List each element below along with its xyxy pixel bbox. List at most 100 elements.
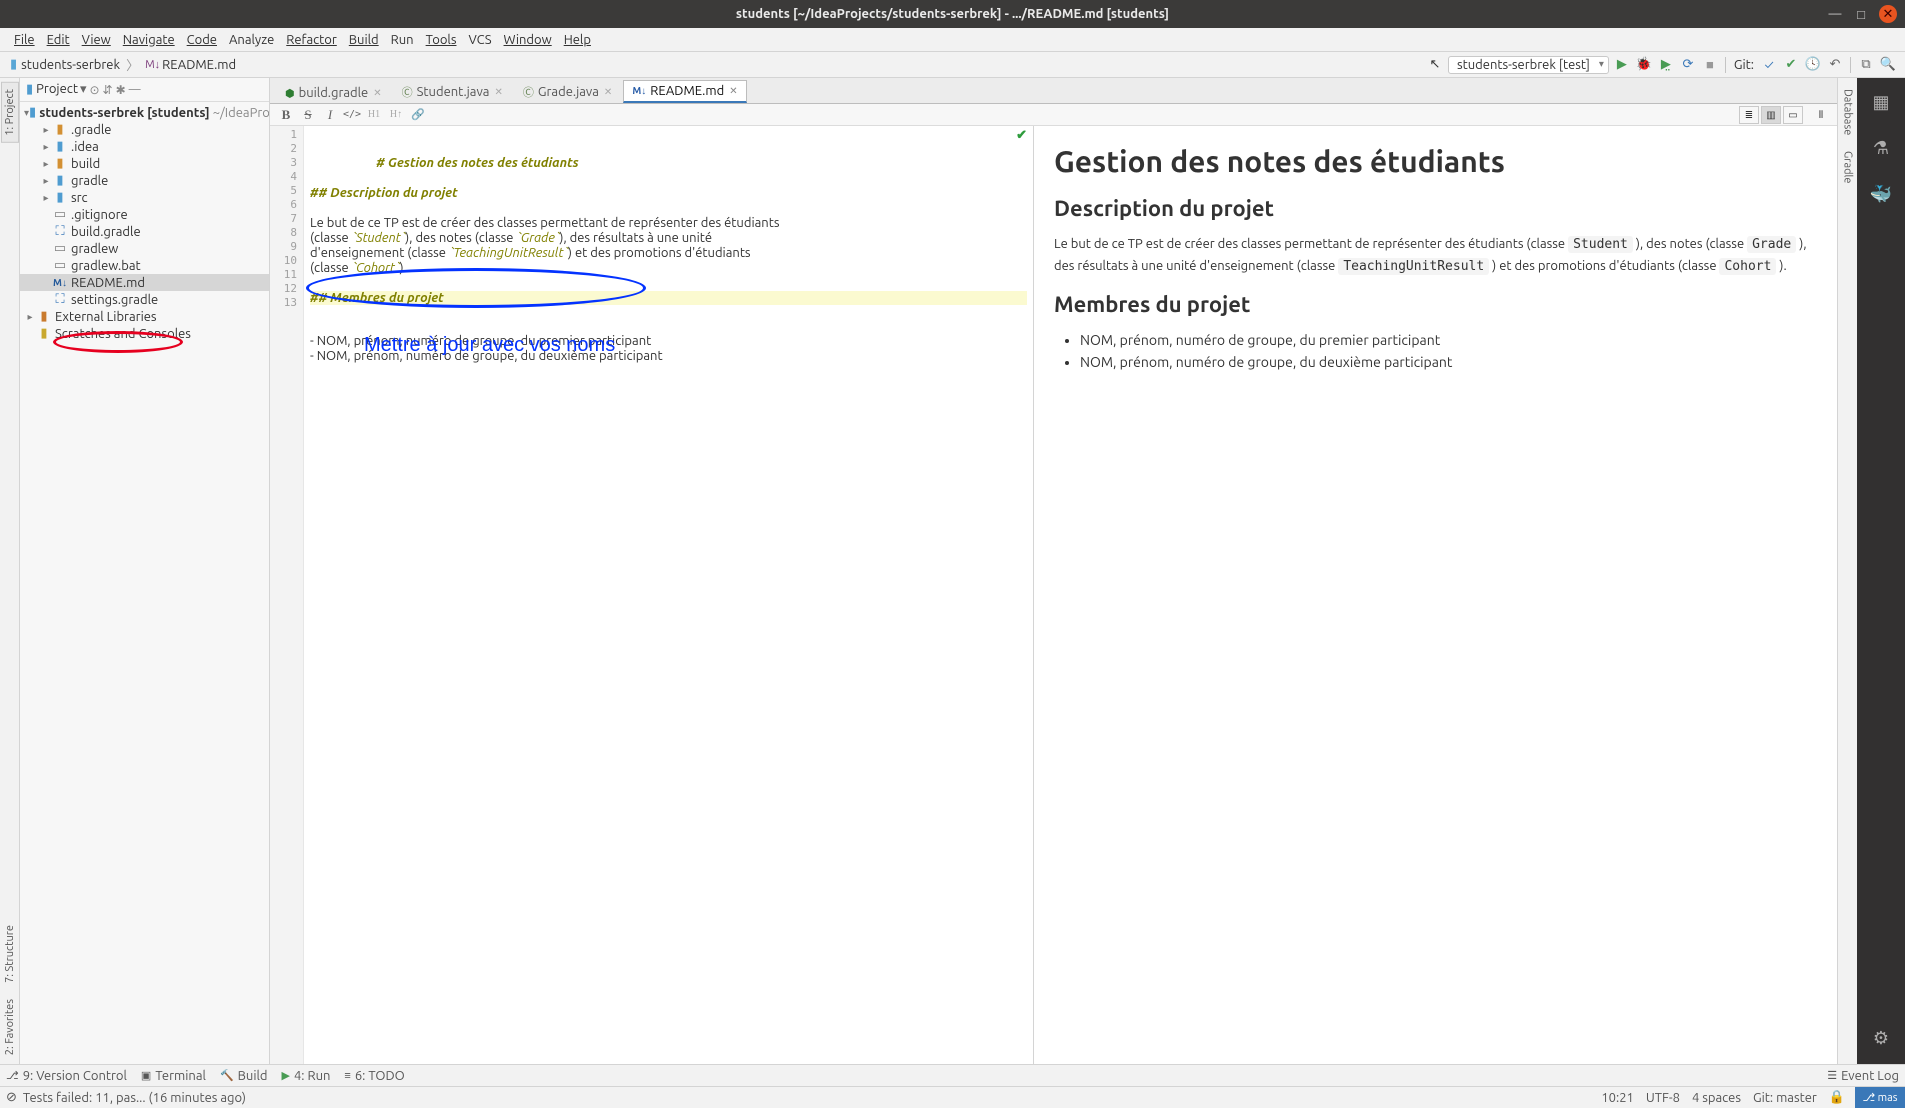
view-split-button[interactable]: ▥	[1761, 106, 1781, 124]
project-structure-button[interactable]: ⧉	[1855, 54, 1877, 76]
menu-view[interactable]: View	[76, 33, 117, 47]
tree-item-gradle[interactable]: ▸▮gradle	[20, 172, 269, 189]
tree-item-gradlew-bat[interactable]: ▭gradlew.bat	[20, 257, 269, 274]
os-icon-flask[interactable]: ⚗	[1867, 134, 1895, 162]
status-icon[interactable]: ⊘	[6, 1090, 17, 1105]
run-button[interactable]: ▶	[1611, 54, 1633, 76]
breadcrumb-file[interactable]: M↓ README.md	[141, 58, 240, 72]
status-indent[interactable]: 4 spaces	[1692, 1091, 1741, 1105]
md-hup-button[interactable]: H↑	[386, 106, 406, 124]
md-bold-button[interactable]: B	[276, 106, 296, 124]
close-tab-icon[interactable]: ✕	[729, 85, 737, 97]
tree-item-gradlew[interactable]: ▭gradlew	[20, 240, 269, 257]
status-branch[interactable]: Git: master	[1753, 1091, 1817, 1105]
run-config-selector[interactable]: students-serbrek [test]	[1448, 56, 1609, 74]
markdown-toolbar: B S I </> H1 H↑ 🔗 ≣ ▥ ▭ ⫴	[270, 104, 1837, 126]
tab-terminal[interactable]: ▣Terminal	[141, 1069, 206, 1083]
tab-event-log[interactable]: ☰Event Log	[1827, 1069, 1899, 1083]
git-revert-button[interactable]: ↶	[1824, 54, 1846, 76]
tab-build[interactable]: 🔨Build	[220, 1069, 268, 1083]
left-gutter: 1: Project 7: Structure 2: Favorites	[0, 78, 20, 1064]
menu-build[interactable]: Build	[343, 33, 385, 47]
project-tree[interactable]: ▾▮ students-serbrek [students] ~/IdeaPro…	[20, 102, 269, 1064]
status-cursor[interactable]: 10:21	[1601, 1091, 1634, 1105]
status-encoding[interactable]: UTF-8	[1646, 1091, 1680, 1105]
tree-scratches[interactable]: ▮ Scratches and Consoles	[20, 325, 269, 342]
close-tab-icon[interactable]: ✕	[604, 86, 612, 98]
profile-button[interactable]: ⟳	[1677, 54, 1699, 76]
project-view-selector[interactable]: ▮ Project	[26, 82, 86, 97]
close-tab-icon[interactable]: ✕	[373, 87, 381, 99]
tree-item-build-gradle[interactable]: ⛶build.gradle	[20, 223, 269, 240]
tree-item-src[interactable]: ▸▮src	[20, 189, 269, 206]
close-button[interactable]: ✕	[1879, 5, 1897, 23]
line-gutter: 12345678910111213	[270, 126, 304, 1064]
tool-tab-favorites[interactable]: 2: Favorites	[1, 992, 19, 1062]
editor-tabs: ⬢build.gradle✕ⒸStudent.java✕ⒸGrade.java✕…	[270, 78, 1837, 104]
tree-item--gitignore[interactable]: ▭.gitignore	[20, 206, 269, 223]
collapse-all-icon[interactable]: ⇵	[103, 83, 113, 97]
code-content[interactable]: ✔ # Gestion des notes des étudiants ## D…	[304, 126, 1033, 1064]
os-icon-grid[interactable]: ▦	[1867, 88, 1895, 116]
menu-file[interactable]: File	[8, 33, 41, 47]
editor-tab-build-gradle[interactable]: ⬢build.gradle✕	[276, 82, 391, 103]
md-italic-button[interactable]: I	[320, 106, 340, 124]
back-icon[interactable]: ↖	[1424, 54, 1446, 76]
md-h1-button[interactable]: H1	[364, 106, 384, 124]
menu-vcs[interactable]: VCS	[462, 33, 497, 47]
md-code-button[interactable]: </>	[342, 106, 362, 124]
view-editor-only-button[interactable]: ≣	[1739, 106, 1759, 124]
editor-tab-README-md[interactable]: M↓README.md✕	[623, 80, 746, 103]
coverage-button[interactable]: ▶̤	[1655, 54, 1677, 76]
tree-item--gradle[interactable]: ▸▮.gradle	[20, 121, 269, 138]
minimize-button[interactable]: —	[1827, 6, 1843, 22]
os-icon-settings[interactable]: ⚙	[1867, 1024, 1895, 1052]
breadcrumb-root[interactable]: ▮ students-serbrek	[6, 57, 124, 72]
breadcrumb-separator-icon: 〉	[126, 55, 139, 74]
menu-run[interactable]: Run	[385, 33, 420, 47]
select-opened-file-icon[interactable]: ⊙	[89, 83, 99, 97]
tool-tab-gradle[interactable]: Gradle	[1839, 144, 1857, 191]
tab-todo[interactable]: ≡6: TODO	[344, 1069, 404, 1083]
git-commit-button[interactable]: ✔	[1780, 54, 1802, 76]
view-settings-button[interactable]: ⫴	[1811, 106, 1831, 124]
lock-icon[interactable]: 🔒	[1829, 1090, 1845, 1105]
stop-button[interactable]: ■	[1699, 54, 1721, 76]
maximize-button[interactable]: □	[1853, 6, 1869, 22]
tab-run[interactable]: ▶4: Run	[282, 1069, 331, 1083]
tool-tab-structure[interactable]: 7: Structure	[1, 918, 19, 990]
tab-version-control[interactable]: ⎇9: Version Control	[6, 1069, 127, 1083]
tree-item--idea[interactable]: ▸▮.idea	[20, 138, 269, 155]
tree-external-libraries[interactable]: ▸▮ External Libraries	[20, 308, 269, 325]
tree-item-build[interactable]: ▸▮build	[20, 155, 269, 172]
git-update-button[interactable]: ✓	[1758, 54, 1780, 76]
md-strike-button[interactable]: S	[298, 106, 318, 124]
os-icon-docker[interactable]: 🐳	[1867, 180, 1895, 208]
menu-code[interactable]: Code	[181, 33, 223, 47]
editor-tab-Student-java[interactable]: ⒸStudent.java✕	[393, 80, 512, 103]
menu-help[interactable]: Help	[558, 33, 597, 47]
view-preview-only-button[interactable]: ▭	[1783, 106, 1803, 124]
menu-navigate[interactable]: Navigate	[117, 33, 181, 47]
close-tab-icon[interactable]: ✕	[494, 86, 502, 98]
code-editor[interactable]: 12345678910111213 ✔ # Gestion des notes …	[270, 126, 1034, 1064]
search-button[interactable]: 🔍	[1877, 54, 1899, 76]
status-git-badge[interactable]: ⎇ mas	[1855, 1087, 1905, 1108]
menu-tools[interactable]: Tools	[420, 33, 463, 47]
git-history-button[interactable]: 🕓	[1802, 54, 1824, 76]
tree-item-README-md[interactable]: M↓README.md	[20, 274, 269, 291]
preview-h2-members: Membres du projet	[1054, 292, 1817, 317]
settings-icon[interactable]: ✱	[116, 83, 126, 97]
md-link-button[interactable]: 🔗	[408, 106, 428, 124]
menu-analyze[interactable]: Analyze	[223, 33, 280, 47]
editor-tab-Grade-java[interactable]: ⒸGrade.java✕	[514, 80, 621, 103]
hide-panel-icon[interactable]: —	[129, 83, 141, 96]
tool-tab-database[interactable]: Database	[1839, 82, 1857, 142]
menu-window[interactable]: Window	[498, 33, 558, 47]
tree-item-settings-gradle[interactable]: ⛶settings.gradle	[20, 291, 269, 308]
debug-button[interactable]: 🐞	[1633, 54, 1655, 76]
menu-edit[interactable]: Edit	[41, 33, 76, 47]
menu-refactor[interactable]: Refactor	[280, 33, 343, 47]
tree-root[interactable]: ▾▮ students-serbrek [students] ~/IdeaPro…	[20, 104, 269, 121]
tool-tab-project[interactable]: 1: Project	[1, 82, 19, 143]
